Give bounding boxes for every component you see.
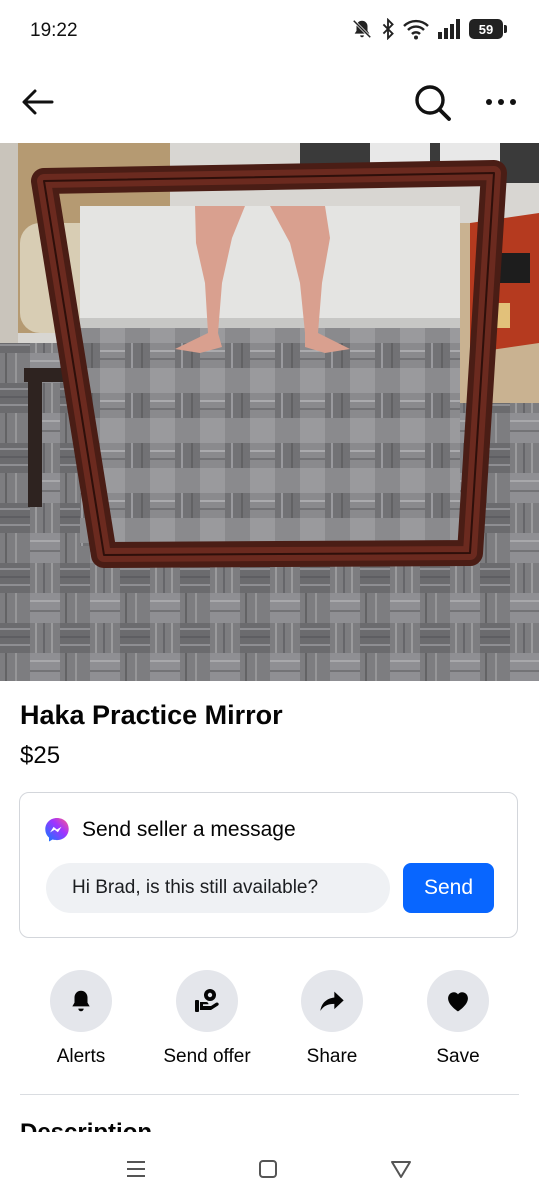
save-label: Save (436, 1046, 480, 1067)
menu-lines-icon (127, 1161, 145, 1177)
nav-back-button[interactable] (386, 1154, 416, 1184)
message-input[interactable] (46, 863, 390, 913)
battery-icon: 59 (469, 19, 507, 39)
more-button[interactable] (482, 82, 522, 122)
share-label: Share (306, 1046, 358, 1067)
message-card-title: Send seller a message (82, 818, 296, 841)
message-seller-card: Send seller a message Send (19, 792, 518, 938)
status-icons: 59 (351, 18, 507, 40)
message-card-header: Send seller a message (44, 817, 296, 843)
alerts-button[interactable]: Alerts (16, 970, 146, 1068)
system-nav-bar (0, 1138, 539, 1200)
status-bar: 19:22 59 (0, 0, 539, 62)
alerts-circle[interactable] (50, 970, 112, 1032)
share-button[interactable]: Share (267, 970, 397, 1068)
send-offer-circle[interactable] (176, 970, 238, 1032)
bell-muted-icon (352, 19, 372, 39)
send-offer-label: Send offer (163, 1046, 251, 1067)
save-circle[interactable] (427, 970, 489, 1032)
battery-level: 59 (478, 21, 494, 37)
back-arrow-icon (22, 89, 54, 115)
status-time: 19:22 (30, 20, 78, 41)
mirror-photo-image (0, 143, 539, 681)
bell-icon (72, 990, 90, 1012)
search-button[interactable] (412, 82, 452, 122)
listing-title: Haka Practice Mirror (20, 700, 283, 730)
save-button[interactable]: Save (393, 970, 523, 1068)
search-icon (415, 85, 451, 121)
back-button[interactable] (18, 82, 58, 122)
listing-price: $25 (20, 742, 61, 769)
send-offer-button[interactable]: Send offer (142, 970, 272, 1068)
description-heading: Description (20, 1118, 320, 1132)
share-circle[interactable] (301, 970, 363, 1032)
home-button[interactable] (253, 1154, 283, 1184)
app-bar (0, 70, 539, 132)
wifi-icon (403, 19, 429, 40)
signal-icon (438, 19, 460, 39)
back-triangle-icon (391, 1161, 411, 1178)
share-arrow-icon (320, 991, 344, 1011)
messenger-icon (45, 818, 69, 842)
listing-photo[interactable] (0, 143, 539, 681)
home-square-icon (259, 1160, 277, 1178)
action-row: Alerts Send offer Share Save (0, 970, 539, 1080)
heart-icon (448, 992, 468, 1012)
recents-button[interactable] (121, 1154, 151, 1184)
bluetooth-icon (382, 18, 394, 40)
send-button[interactable]: Send (403, 863, 494, 913)
offer-icon (195, 989, 219, 1012)
alerts-label: Alerts (56, 1046, 106, 1067)
more-icon (486, 99, 516, 105)
section-divider (20, 1094, 519, 1095)
